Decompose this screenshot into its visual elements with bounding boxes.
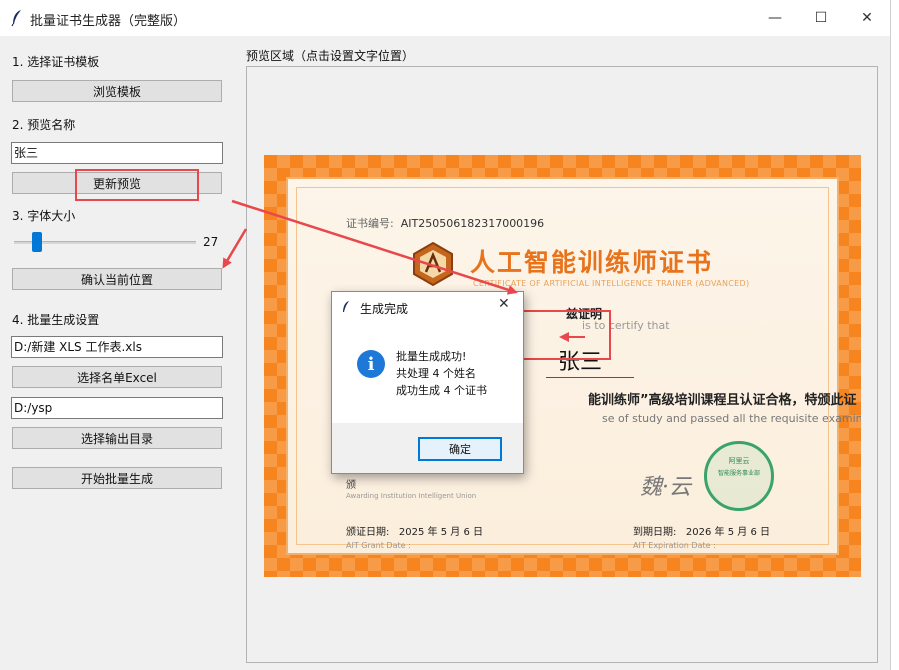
grant-date-label: 颁证日期: xyxy=(346,527,390,538)
certificate-signature: 魏·云 xyxy=(640,475,691,500)
expiry-date-label: 到期日期: xyxy=(633,527,677,538)
title-bar: 批量证书生成器（完整版） — ☐ ✕ xyxy=(0,0,890,36)
template-heading: 1. 选择证书模板 xyxy=(12,55,100,69)
preview-name-input[interactable]: 张三 xyxy=(11,142,223,164)
dialog-message-2: 共处理 4 个姓名 xyxy=(396,367,476,380)
feather-icon xyxy=(343,301,349,312)
certificate-body-cn: 能训练师”高级培训课程且认证合格，特颁此证 xyxy=(588,393,857,408)
awarding-label: 颁 xyxy=(346,480,356,491)
expiry-date-value: 2026 年 5 月 6 日 xyxy=(685,527,770,538)
feather-icon xyxy=(11,10,21,27)
certificate-emblem-icon xyxy=(413,241,453,287)
ok-button[interactable]: 确定 xyxy=(418,437,502,461)
dialog-message-1: 批量生成成功! xyxy=(396,350,467,363)
certificate-title: 人工智能训练师证书 xyxy=(470,248,714,277)
dialog-message-3: 成功生成 4 个证书 xyxy=(396,384,487,397)
seal-mid-text: 智能服务事业部 xyxy=(717,470,760,477)
certificate-name-underline xyxy=(546,377,634,378)
preview-label: 预览区域（点击设置文字位置） xyxy=(246,49,415,63)
certificate-subtitle: CERTIFICATE OF ARTIFICIAL INTELLIGENCE T… xyxy=(473,279,750,288)
annotation-box-name xyxy=(520,310,611,360)
expiry-date-en: AIT Expiration Date : xyxy=(633,541,716,550)
batch-heading: 4. 批量生成设置 xyxy=(12,313,100,327)
minimize-button[interactable]: — xyxy=(752,0,798,36)
certificate-number-value: AIT2505061823170001​96 xyxy=(400,217,545,230)
output-dir-input[interactable]: D:/ysp xyxy=(11,397,223,419)
browse-template-button[interactable]: 浏览模板 xyxy=(12,80,222,102)
awarding-sub: Awarding Institution Intelligent Union xyxy=(346,492,477,500)
grant-date-value: 2025 年 5 月 6 日 xyxy=(398,527,483,538)
font-size-value: 27 xyxy=(203,235,219,249)
seal-top-text: 阿里云 xyxy=(728,457,750,465)
font-size-slider-thumb[interactable] xyxy=(32,232,42,252)
preview-name-heading: 2. 预览名称 xyxy=(12,118,76,132)
dialog-body: i 批量生成成功! 共处理 4 个姓名 成功生成 4 个证书 xyxy=(332,322,523,423)
select-excel-button[interactable]: 选择名单Excel xyxy=(12,366,222,388)
completion-dialog: 生成完成 ✕ i 批量生成成功! 共处理 4 个姓名 成功生成 4 个证书 确定 xyxy=(331,291,524,474)
background-window-edge xyxy=(891,0,899,670)
font-size-heading: 3. 字体大小 xyxy=(12,209,76,223)
window-title: 批量证书生成器（完整版） xyxy=(30,14,187,29)
certificate-number: 证书编号: AIT2505061823170001​96 xyxy=(346,215,544,231)
dialog-close-button[interactable]: ✕ xyxy=(498,296,510,312)
confirm-position-button[interactable]: 确认当前位置 xyxy=(12,268,222,290)
grant-date: 颁证日期: 2025 年 5 月 6 日 xyxy=(346,523,483,538)
certificate-number-label: 证书编号: xyxy=(346,217,394,230)
start-batch-button[interactable]: 开始批量生成 xyxy=(12,467,222,489)
close-button[interactable]: ✕ xyxy=(844,0,890,36)
certificate-seal: 阿里云 智能服务事业部 xyxy=(704,441,774,511)
excel-path-input[interactable]: D:/新建 XLS 工作表.xls xyxy=(11,336,223,358)
certificate-body-en: se of study and passed all the requisite… xyxy=(602,412,861,425)
expiry-date: 到期日期: 2026 年 5 月 6 日 xyxy=(633,523,770,538)
info-icon: i xyxy=(357,350,385,378)
dialog-title: 生成完成 xyxy=(360,302,409,316)
annotation-box-update xyxy=(75,169,199,201)
select-output-button[interactable]: 选择输出目录 xyxy=(12,427,222,449)
app-window: 批量证书生成器（完整版） — ☐ ✕ 1. 选择证书模板 浏览模板 2. 预览名… xyxy=(0,0,891,670)
grant-date-en: AIT Grant Date : xyxy=(346,541,411,550)
maximize-button[interactable]: ☐ xyxy=(798,0,844,36)
